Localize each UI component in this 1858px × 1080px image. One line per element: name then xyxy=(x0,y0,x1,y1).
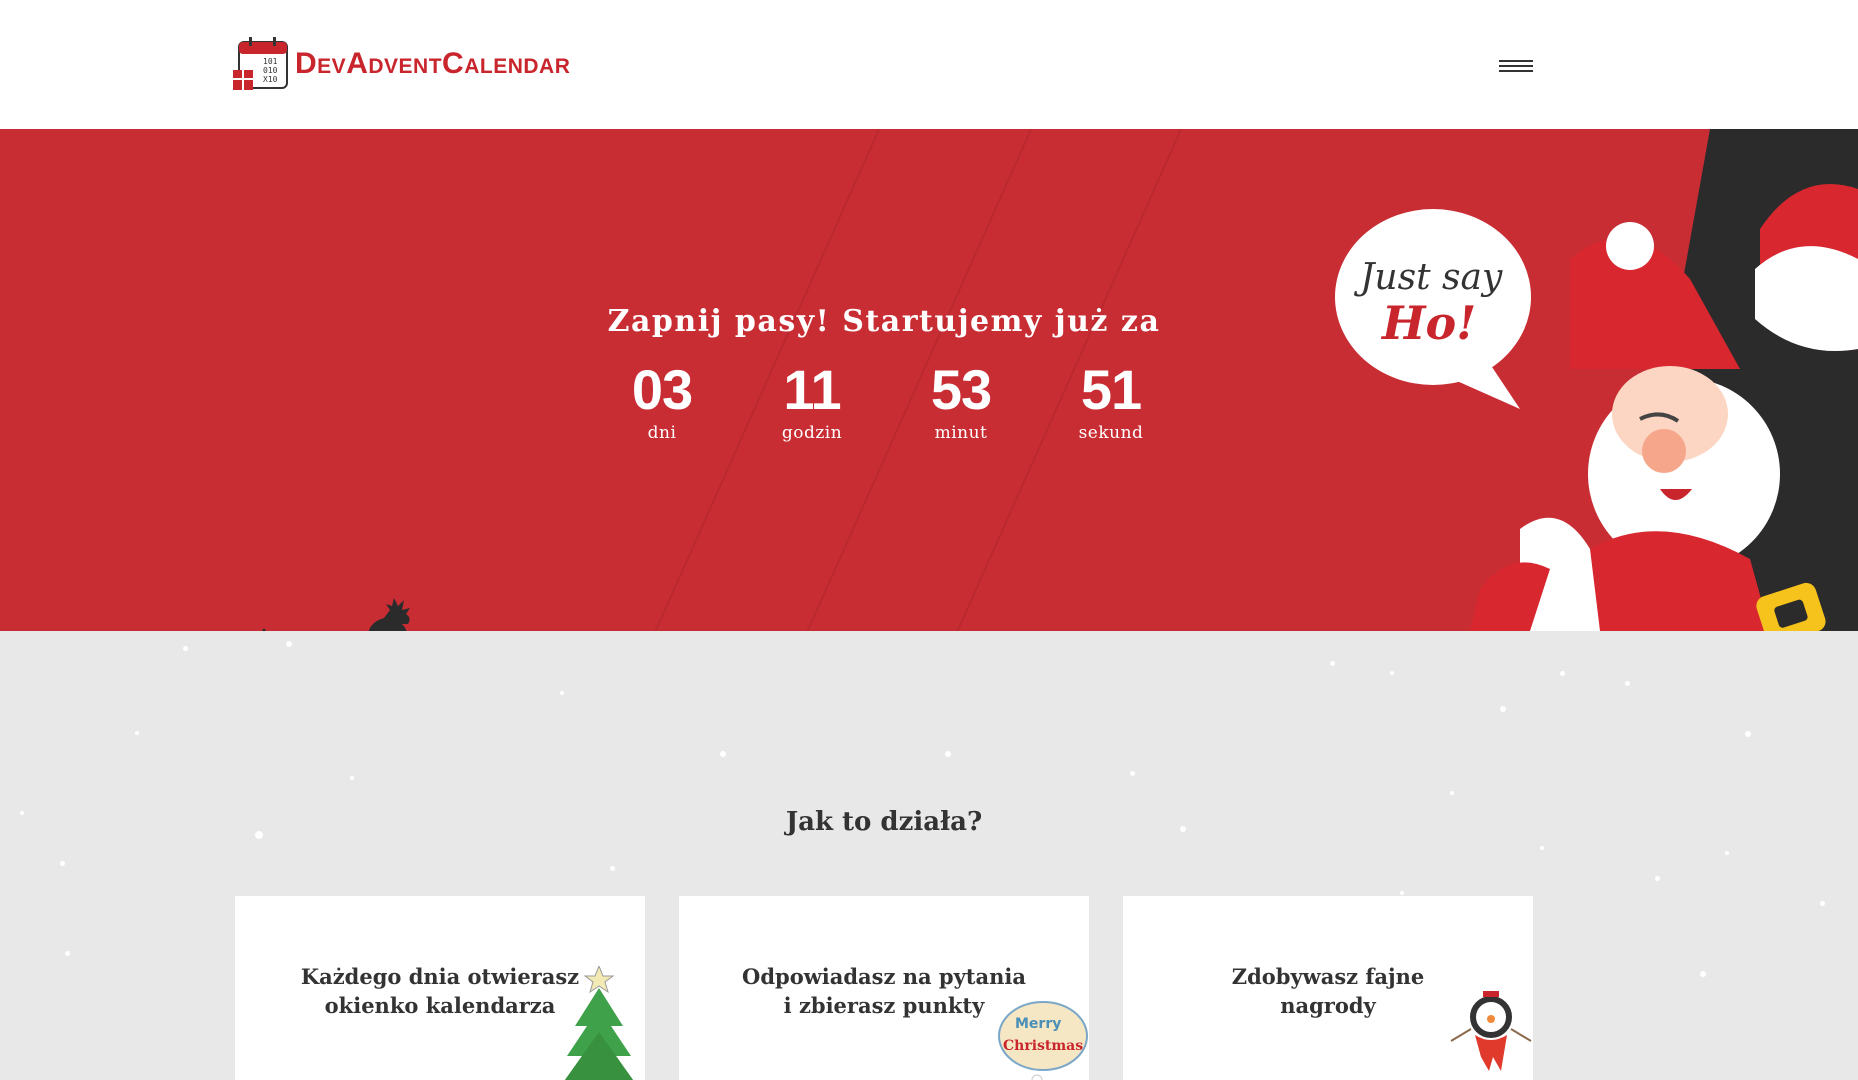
logo-wordmark: DevAdventCalendar xyxy=(295,47,570,81)
card-text-line1: Zdobywasz fajne xyxy=(1231,964,1425,989)
santa-claus-illustration: Just say Ho! xyxy=(1335,129,1858,631)
calendar-binary-icon: 101 010 X10 xyxy=(233,36,289,92)
countdown-days-label: dni xyxy=(647,423,677,443)
countdown-hours-label: godzin xyxy=(781,423,843,443)
logo-advent: Advent xyxy=(346,47,443,80)
reindeer-silhouette xyxy=(262,598,410,631)
speech-bubble-line2: Ho! xyxy=(1380,296,1476,350)
how-card-win-prizes: Zdobywasz fajne nagrody xyxy=(1123,896,1533,1080)
merry-christmas-badge-icon: Merry Christmas xyxy=(998,1001,1088,1080)
countdown-hours: 11 godzin xyxy=(747,358,877,444)
site-header: 101 010 X10 DevAdventCalendar xyxy=(0,0,1858,129)
site-logo[interactable]: 101 010 X10 DevAdventCalendar xyxy=(233,36,570,92)
svg-text:X10: X10 xyxy=(263,75,278,84)
card-text-line2: nagrody xyxy=(1280,993,1376,1018)
section-title: Jak to działa? xyxy=(785,807,983,837)
christmas-tree-icon xyxy=(564,966,634,1080)
countdown-hero: Zapnij pasy! Startujemy już za 03 dni 11… xyxy=(0,129,1858,631)
card-text: Odpowiadasz na pytania i zbierasz punkty xyxy=(729,962,1039,1020)
how-card-open-window: Każdego dnia otwierasz okienko kalendarz… xyxy=(235,896,645,1080)
countdown-minutes-label: minut xyxy=(934,423,988,443)
card-text-line1: Odpowiadasz na pytania xyxy=(742,964,1026,989)
badge-line2: Christmas xyxy=(1003,1038,1083,1054)
card-text-line1: Każdego dnia otwierasz xyxy=(300,964,580,989)
how-it-works-section: Jak to działa? Każdego dnia otwierasz ok… xyxy=(0,631,1858,1080)
countdown-seconds-value: 51 xyxy=(1080,358,1142,421)
countdown-seconds-label: sekund xyxy=(1078,423,1144,443)
card-text: Zdobywasz fajne nagrody xyxy=(1173,962,1483,1020)
badge-line1: Merry xyxy=(1015,1016,1061,1032)
how-card-answer-questions: Odpowiadasz na pytania i zbierasz punkty… xyxy=(679,896,1089,1080)
hamburger-icon[interactable] xyxy=(1499,60,1533,78)
svg-text:010: 010 xyxy=(263,66,278,75)
logo-calendar: Calendar xyxy=(442,47,571,80)
countdown-hours-value: 11 xyxy=(783,358,841,421)
svg-text:101: 101 xyxy=(263,57,278,66)
card-text: Każdego dnia otwierasz okienko kalendarz… xyxy=(285,962,595,1020)
logo-dev: Dev xyxy=(295,47,347,80)
snowman-icon xyxy=(1450,991,1532,1071)
card-text-line2: okienko kalendarza xyxy=(324,993,556,1018)
speech-bubble-line1: Just say xyxy=(1353,257,1503,298)
countdown-days-value: 03 xyxy=(631,358,693,421)
countdown-minutes-value: 53 xyxy=(930,358,992,421)
card-text-line2: i zbierasz punkty xyxy=(783,993,985,1018)
countdown-seconds: 51 sekund xyxy=(1046,358,1176,444)
countdown-minutes: 53 minut xyxy=(896,358,1026,444)
countdown-days: 03 dni xyxy=(597,358,727,444)
